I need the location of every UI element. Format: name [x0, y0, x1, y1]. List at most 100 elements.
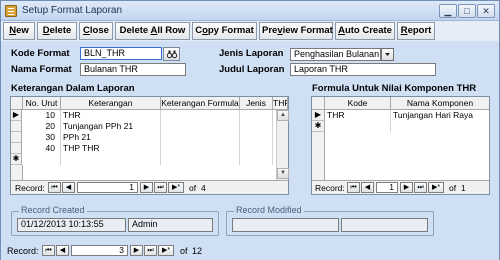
cell-no-urut[interactable]: 30 — [23, 132, 61, 143]
column-header-no-urut[interactable]: No. Urut — [23, 97, 61, 110]
new-record-button[interactable]: ▶* — [168, 182, 184, 193]
title-bar: Setup Format Laporan ▁ □ ✕ — [1, 1, 499, 21]
column-header-keterangan-formula[interactable]: Keterangan Formula — [161, 97, 240, 110]
cell-no-urut[interactable]: 20 — [23, 121, 61, 132]
cell-nama-komponen[interactable] — [391, 121, 489, 132]
jenis-laporan-dropdown-button[interactable] — [381, 48, 394, 61]
record-total: 12 — [192, 246, 203, 256]
created-user-field[interactable]: Admin — [128, 218, 213, 232]
created-datetime-field[interactable]: 01/12/2013 10:13:55 — [17, 218, 126, 232]
vertical-scrollbar[interactable]: ▲ ▼ — [276, 110, 289, 180]
keterangan-record-navigator: Record: ⏮ ◀ 1 ▶ ⏭ ▶* of 4 — [11, 180, 288, 194]
selector-header — [11, 97, 23, 110]
arrow-up-icon: ▲ — [280, 112, 286, 118]
new-row-icon: ✱ — [11, 154, 22, 165]
auto-create-button[interactable]: Auto Create — [335, 22, 395, 40]
current-record-field[interactable]: 1 — [77, 182, 138, 193]
cell-no-urut[interactable] — [23, 154, 61, 165]
report-button[interactable]: Report — [397, 22, 435, 40]
row-selector[interactable] — [11, 143, 22, 154]
first-record-button[interactable]: ⏮ — [48, 182, 61, 193]
previous-record-button[interactable]: ◀ — [56, 245, 69, 256]
cell-kode[interactable] — [325, 121, 391, 132]
copy-format-button[interactable]: Copy Format — [192, 22, 257, 40]
cell-jenis[interactable] — [240, 110, 273, 121]
current-record-field[interactable]: 1 — [376, 182, 398, 193]
next-record-icon: ▶ — [403, 184, 410, 191]
record-of-text: of — [449, 183, 457, 193]
last-record-button[interactable]: ⏭ — [144, 245, 157, 256]
selector-header — [312, 97, 325, 110]
cell-keterangan[interactable] — [61, 154, 161, 165]
last-record-button[interactable]: ⏭ — [414, 182, 427, 193]
row-selector[interactable] — [11, 132, 22, 143]
next-record-button[interactable]: ▶ — [140, 182, 153, 193]
previous-record-icon: ◀ — [59, 247, 66, 254]
new-button[interactable]: New — [3, 22, 35, 40]
main-record-navigator: Record: ⏮ ◀ 3 ▶ ⏭ ▶* of 12 — [1, 244, 499, 259]
previous-record-button[interactable]: ◀ — [361, 182, 374, 193]
last-record-button[interactable]: ⏭ — [154, 182, 167, 193]
cell-jenis[interactable] — [240, 143, 273, 154]
column-header-jenis[interactable]: Jenis — [240, 97, 273, 110]
cell-keterangan-formula[interactable] — [161, 110, 240, 121]
kode-search-button[interactable] — [163, 47, 180, 61]
preview-format-button[interactable]: Preview Format — [259, 22, 333, 40]
new-row-icon: ✱ — [312, 121, 325, 132]
cell-keterangan[interactable]: THR — [61, 110, 161, 121]
first-record-icon: ⏮ — [45, 247, 52, 254]
previous-record-button[interactable]: ◀ — [62, 182, 75, 193]
record-label: Record: — [7, 246, 39, 256]
cell-nama-komponen[interactable]: Tunjangan Hari Raya — [391, 110, 489, 121]
column-header-kode[interactable]: Kode — [325, 97, 391, 110]
cell-keterangan-formula[interactable] — [161, 132, 240, 143]
cell-keterangan[interactable]: Tunjangan PPh 21 — [61, 121, 161, 132]
cell-no-urut[interactable]: 40 — [23, 143, 61, 154]
modified-datetime-field[interactable] — [232, 218, 339, 232]
kode-format-label: Kode Format — [11, 48, 70, 59]
cell-keterangan-formula[interactable] — [161, 121, 240, 132]
jenis-laporan-select[interactable]: Penghasilan Bulanan — [290, 48, 381, 61]
column-header-keterangan[interactable]: Keterangan — [61, 97, 161, 110]
first-record-icon: ⏮ — [350, 184, 357, 191]
formula-header-row: Kode Nama Komponen — [312, 97, 489, 110]
cell-keterangan-formula[interactable] — [161, 154, 240, 165]
kode-format-field[interactable]: BLN_THR — [80, 47, 162, 60]
new-record-icon: ▶* — [431, 184, 441, 191]
cell-keterangan-formula[interactable] — [161, 143, 240, 154]
scroll-down-button[interactable]: ▼ — [277, 168, 289, 179]
record-of-text: of — [180, 246, 188, 256]
keterangan-subform: No. Urut Keterangan Keterangan Formula J… — [10, 96, 289, 195]
cell-jenis[interactable] — [240, 121, 273, 132]
delete-button[interactable]: Delete — [37, 22, 77, 40]
minimize-button[interactable]: ▁ — [439, 4, 457, 18]
record-total: 1 — [461, 183, 466, 193]
row-selector[interactable] — [11, 121, 22, 132]
cell-keterangan[interactable]: PPh 21 — [61, 132, 161, 143]
column-header-nama-komponen[interactable]: Nama Komponen — [391, 97, 489, 110]
current-record-field[interactable]: 3 — [71, 245, 128, 256]
delete-all-row-button[interactable]: Delete All Row — [115, 22, 190, 40]
cell-kode[interactable]: THR — [325, 110, 391, 121]
modified-user-field[interactable] — [341, 218, 428, 232]
next-record-button[interactable]: ▶ — [400, 182, 413, 193]
nama-format-field[interactable]: Bulanan THR — [80, 63, 186, 76]
close-form-button[interactable]: Close — [79, 22, 113, 40]
first-record-button[interactable]: ⏮ — [42, 245, 55, 256]
record-label: Record: — [315, 183, 345, 193]
next-record-icon: ▶ — [133, 247, 140, 254]
new-record-button[interactable]: ▶* — [158, 245, 174, 256]
column-header-thp[interactable]: THP — [273, 97, 288, 110]
cell-no-urut[interactable]: 10 — [23, 110, 61, 121]
maximize-button[interactable]: □ — [458, 4, 476, 18]
cell-jenis[interactable] — [240, 154, 273, 165]
cell-keterangan[interactable]: THP THR — [61, 143, 161, 154]
cell-jenis[interactable] — [240, 132, 273, 143]
close-button[interactable]: ✕ — [477, 4, 495, 18]
nama-format-label: Nama Format — [11, 64, 72, 75]
first-record-button[interactable]: ⏮ — [347, 182, 360, 193]
judul-laporan-field[interactable]: Laporan THR — [290, 63, 436, 76]
next-record-button[interactable]: ▶ — [130, 245, 143, 256]
scroll-up-button[interactable]: ▲ — [277, 110, 289, 121]
new-record-button[interactable]: ▶* — [428, 182, 444, 193]
